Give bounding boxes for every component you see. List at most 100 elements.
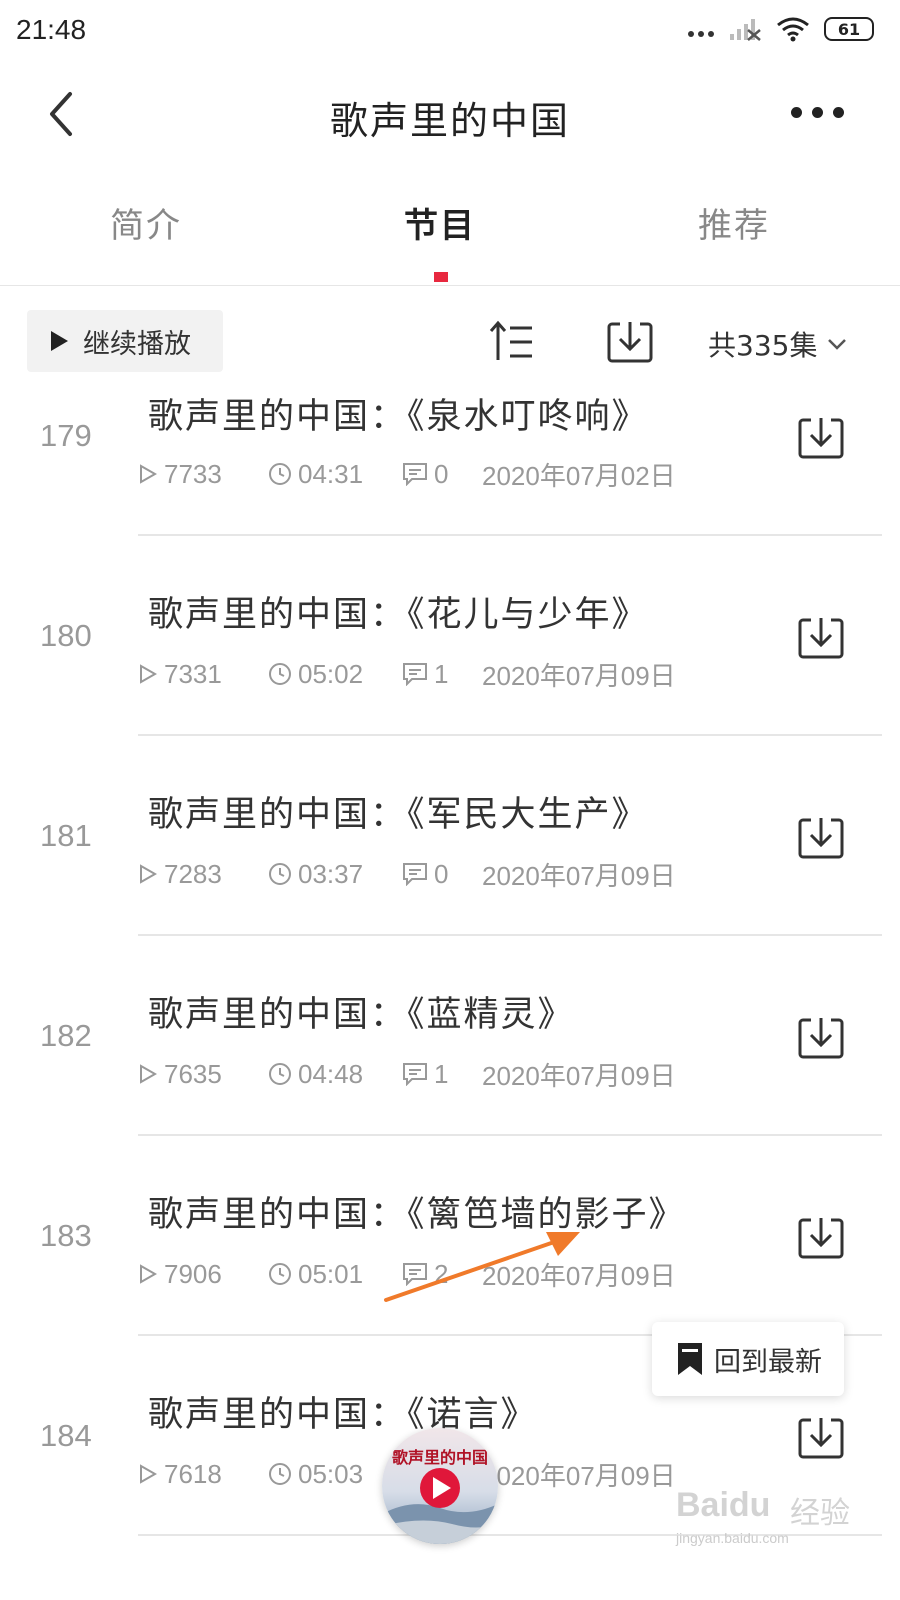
download-icon: [798, 1418, 844, 1459]
episode-title: 歌声里的中国：《花儿与少年》: [148, 595, 649, 635]
tab-intro[interactable]: 简介: [110, 198, 182, 247]
comment-count: 1: [434, 1058, 449, 1089]
publish-date: 2020年07月09日: [482, 1060, 676, 1091]
duration: 03:37: [298, 858, 364, 889]
row-divider: [138, 534, 882, 536]
more-icon: [790, 106, 844, 118]
play-count: 7331: [164, 658, 222, 689]
clock-icon: [269, 1063, 291, 1085]
episode-title: 歌声里的中国：《泉水叮咚响》: [148, 397, 649, 437]
episode-download-button[interactable]: [796, 1014, 846, 1062]
album-cover-title: 歌声里的中国: [391, 1448, 488, 1467]
continue-play-button[interactable]: 继续播放: [27, 310, 223, 372]
more-button[interactable]: [782, 92, 852, 132]
episode-row[interactable]: 180 歌声里的中国：《花儿与少年》 7331 05:02 1 2020年07月…: [0, 578, 900, 778]
publish-date: 2020年07月09日: [482, 860, 676, 891]
episode-download-button[interactable]: [796, 614, 846, 662]
watermark-url: jingyan.baidu.com: [676, 1530, 789, 1546]
status-bar: 21:48 61: [0, 0, 900, 62]
tab-bar: 简介 节目 推荐: [0, 180, 900, 286]
row-divider: [138, 734, 882, 736]
episode-download-button[interactable]: [796, 1414, 846, 1462]
watermark-suffix: 经验: [790, 1496, 850, 1531]
episode-row[interactable]: 179 歌声里的中国：《泉水叮咚响》 7733 04:31 0 2020年07月…: [0, 380, 900, 578]
row-divider: [138, 1134, 882, 1136]
row-divider: [138, 934, 882, 936]
episode-number: 184: [40, 1418, 92, 1453]
baidu-watermark: Baidu 经验 jingyan.baidu.com: [676, 1486, 876, 1550]
tab-episodes[interactable]: 节目: [404, 198, 476, 247]
chevron-down-icon: [828, 339, 847, 350]
episode-title: 歌声里的中国：《蓝精灵》: [148, 995, 575, 1035]
comment-count: 1: [434, 658, 449, 689]
duration: 04:48: [298, 1058, 364, 1089]
clock-icon: [269, 463, 291, 485]
duration: 04:31: [298, 458, 364, 489]
episode-meta: 7331 05:02 1 2020年07月09日: [138, 656, 676, 692]
more-dots-icon: [688, 17, 714, 41]
play-count-icon: [140, 864, 158, 884]
episode-row[interactable]: 181 歌声里的中国：《军民大生产》 7283 03:37 0 2020年07月…: [0, 778, 900, 978]
active-tab-indicator: [434, 272, 448, 282]
list-toolbar: 继续播放 共335集: [0, 300, 900, 380]
episode-download-button[interactable]: [796, 814, 846, 862]
download-icon: [798, 1018, 844, 1059]
episode-row[interactable]: 182 歌声里的中国：《蓝精灵》 7635 04:48 1 2020年07月09…: [0, 978, 900, 1178]
signal-icon: [730, 19, 761, 41]
episode-number: 183: [40, 1218, 92, 1253]
episode-title: 歌声里的中国：《诺言》: [148, 1395, 538, 1435]
episode-meta: 7906 05:01 2 2020年07月09日: [138, 1256, 676, 1292]
play-count: 7283: [164, 858, 222, 889]
episode-count-label: 共335集: [708, 329, 818, 362]
wifi-icon: [777, 17, 809, 42]
comment-icon: [403, 1063, 427, 1086]
episode-title: 歌声里的中国：《篱笆墙的影子》: [148, 1195, 686, 1235]
play-count-icon: [140, 1064, 158, 1084]
status-icons: 61: [688, 16, 874, 42]
play-count: 7635: [164, 1058, 222, 1089]
clock-icon: [269, 663, 291, 685]
back-to-latest-button[interactable]: 回到最新: [652, 1322, 844, 1396]
episode-number: 182: [40, 1018, 92, 1053]
sort-icon: [489, 320, 532, 360]
tab-recommend[interactable]: 推荐: [698, 198, 770, 247]
battery-icon: 61: [824, 17, 874, 41]
mini-player[interactable]: 歌声里的中国: [382, 1428, 498, 1544]
download-icon: [798, 1218, 844, 1259]
nav-bar: 歌声里的中国: [0, 62, 900, 166]
play-count-icon: [140, 664, 158, 684]
episode-number: 180: [40, 618, 92, 653]
download-all-button[interactable]: [606, 318, 654, 366]
episode-download-button[interactable]: [796, 414, 846, 462]
status-time: 21:48: [16, 14, 87, 45]
episode-download-button[interactable]: [796, 1214, 846, 1262]
bookmark-icon: [678, 1343, 702, 1375]
comment-icon: [403, 863, 427, 886]
episode-meta: 7635 04:48 1 2020年07月09日: [138, 1056, 676, 1092]
play-count-icon: [140, 1264, 158, 1284]
continue-play-label: 继续播放: [83, 328, 191, 360]
publish-date: 2020年07月09日: [482, 1260, 676, 1291]
back-to-latest-label: 回到最新: [714, 1346, 822, 1378]
clock-icon: [269, 863, 291, 885]
play-count-icon: [140, 464, 158, 484]
episode-count-selector[interactable]: 共335集: [708, 324, 847, 364]
publish-date: 2020年07月02日: [482, 460, 676, 491]
download-icon: [798, 818, 844, 859]
download-icon: [798, 418, 844, 459]
play-count: 7618: [164, 1458, 222, 1489]
sort-button[interactable]: [488, 318, 536, 366]
clock-icon: [269, 1263, 291, 1285]
page-title: 歌声里的中国: [329, 99, 570, 143]
duration: 05:03: [298, 1458, 364, 1489]
play-count: 7733: [164, 458, 222, 489]
clock-icon: [269, 1463, 291, 1485]
battery-level: 61: [837, 19, 861, 39]
comment-count: 2: [434, 1258, 449, 1289]
episode-meta: 7733 04:31 0 2020年07月02日: [138, 456, 676, 492]
episode-title: 歌声里的中国：《军民大生产》: [148, 795, 649, 835]
publish-date: 2020年07月09日: [482, 660, 676, 691]
comment-icon: [403, 663, 427, 686]
episode-number: 181: [40, 818, 92, 853]
comment-icon: [403, 463, 427, 486]
